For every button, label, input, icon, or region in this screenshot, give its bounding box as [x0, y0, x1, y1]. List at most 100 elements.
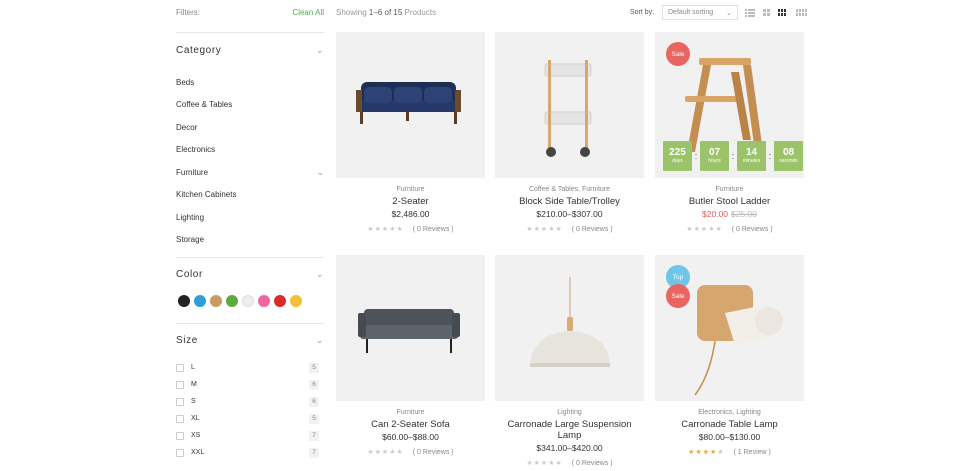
checkbox[interactable]: [176, 363, 184, 372]
product-category[interactable]: Lighting: [495, 408, 644, 417]
color-swatches: [178, 295, 302, 307]
checkbox[interactable]: [176, 380, 184, 389]
product-name[interactable]: Can 2-Seater Sofa: [336, 419, 485, 430]
checkbox[interactable]: [176, 414, 184, 423]
size-count: 7: [309, 430, 319, 441]
category-item[interactable]: Beds: [176, 71, 324, 94]
product-image-link[interactable]: [336, 32, 485, 178]
category-label: Beds: [176, 77, 195, 87]
size-count: 7: [309, 447, 319, 458]
review-count[interactable]: ( 0 Reviews ): [572, 460, 613, 467]
star-rating-icon: ★★★★★: [367, 226, 404, 233]
sale-countdown: 225 days : 07 hours : 14 minutes : 08 second…: [663, 141, 803, 171]
product-image-link[interactable]: [495, 255, 644, 401]
product-rating: ★★★★★ ( 0 Reviews ): [336, 225, 485, 234]
product-image-link[interactable]: Sale 225 days : 07 hours : 14 minutes : 08 s…: [655, 32, 804, 178]
chevron-down-icon: ⌄: [315, 335, 324, 345]
category-item[interactable]: Kitchen Cabinets: [176, 184, 324, 207]
product-image-link[interactable]: Top Sale: [655, 255, 804, 401]
clear-all-link[interactable]: Clean All: [292, 8, 324, 17]
product-category[interactable]: Electronics, Lighting: [655, 408, 804, 417]
color-swatch[interactable]: [226, 295, 238, 307]
size-section-header[interactable]: Size ⌄: [176, 335, 324, 346]
size-filter-item[interactable]: XL 5: [176, 410, 319, 427]
color-swatch[interactable]: [242, 295, 254, 307]
color-section-header[interactable]: Color ⌄: [176, 269, 324, 280]
category-item[interactable]: Decor: [176, 116, 324, 139]
chevron-down-icon: ⌄: [315, 269, 324, 279]
category-list: Beds Coffee & Tables Decor Electronics Furni…: [176, 71, 324, 251]
review-count[interactable]: ( 0 Reviews ): [413, 449, 454, 456]
category-item[interactable]: Lighting: [176, 206, 324, 229]
review-count[interactable]: ( 1 Review ): [734, 449, 771, 456]
checkbox[interactable]: [176, 431, 184, 440]
divider: [176, 257, 324, 258]
size-count: 6: [309, 379, 319, 390]
sale-price: $20.00: [702, 209, 728, 219]
size-count: 6: [309, 396, 319, 407]
review-count[interactable]: ( 0 Reviews ): [413, 226, 454, 233]
category-item[interactable]: Furniture ⌄: [176, 161, 324, 184]
color-swatch[interactable]: [194, 295, 206, 307]
star-rating-icon: ★★★★★: [686, 226, 723, 233]
review-count[interactable]: ( 0 Reviews ): [732, 226, 773, 233]
category-item[interactable]: Electronics: [176, 139, 324, 162]
size-count: 5: [309, 413, 319, 424]
chevron-down-icon[interactable]: ⌄: [316, 167, 324, 178]
product-category[interactable]: Furniture: [336, 185, 485, 194]
result-count-prefix: Showing: [336, 8, 367, 17]
size-label: S: [191, 398, 196, 405]
sort-select[interactable]: Default sorting ⌄: [662, 5, 738, 20]
product-image-link[interactable]: [495, 32, 644, 178]
review-count[interactable]: ( 0 Reviews ): [572, 226, 613, 233]
size-filter-item[interactable]: S6: [176, 393, 319, 410]
product-price: $60.00–$88.00: [382, 432, 439, 442]
product-name[interactable]: Butler Stool Ladder: [655, 196, 804, 207]
size-title: Size: [176, 335, 198, 346]
product-card: Furniture Can 2-Seater Sofa $60.00–$88.0…: [336, 255, 485, 456]
size-filter-item[interactable]: M6: [176, 376, 319, 393]
product-name[interactable]: Carronade Table Lamp: [655, 419, 804, 430]
product-name[interactable]: Carronade Large Suspension Lamp: [495, 419, 644, 441]
product-category[interactable]: Furniture: [336, 408, 485, 417]
chevron-down-icon: ⌄: [315, 45, 324, 55]
size-filter-item[interactable]: XXL 7: [176, 444, 319, 461]
grid-2-view-icon[interactable]: [763, 9, 770, 17]
size-label: M: [191, 381, 197, 388]
size-filter-item[interactable]: L5: [176, 359, 319, 376]
star-rating-icon: ★★★★★: [367, 449, 404, 456]
category-section-header[interactable]: Category ⌄: [176, 45, 324, 56]
category-label: Electronics: [176, 145, 216, 155]
divider: [176, 323, 324, 324]
view-switcher: [745, 9, 808, 17]
product-image-link[interactable]: [336, 255, 485, 401]
product-name[interactable]: 2-Seater: [336, 196, 485, 207]
filters-header: Filters: Clean All: [176, 8, 324, 17]
list-view-icon[interactable]: [745, 9, 755, 17]
color-swatch[interactable]: [210, 295, 222, 307]
category-item[interactable]: Storage: [176, 229, 324, 252]
size-count: 5: [309, 362, 319, 373]
color-swatch[interactable]: [178, 295, 190, 307]
color-swatch[interactable]: [258, 295, 270, 307]
product-price: $2,486.00: [391, 209, 430, 219]
category-item[interactable]: Coffee & Tables: [176, 94, 324, 117]
checkbox[interactable]: [176, 448, 184, 457]
product-name[interactable]: Block Side Table/Trolley: [495, 196, 644, 207]
color-swatch[interactable]: [290, 295, 302, 307]
checkbox[interactable]: [176, 397, 184, 406]
sort-select-value: Default sorting: [668, 9, 714, 16]
product-category[interactable]: Coffee & Tables, Furniture: [495, 185, 644, 194]
grid-3-view-icon[interactable]: [778, 9, 788, 17]
product-category[interactable]: Furniture: [655, 185, 804, 194]
countdown-hours: 07 hours: [700, 141, 729, 171]
countdown-minutes: 14 minutes: [737, 141, 766, 171]
filters-title: Filters:: [176, 8, 200, 17]
category-title: Category: [176, 45, 222, 56]
color-swatch[interactable]: [274, 295, 286, 307]
size-filter-item[interactable]: XS 7: [176, 427, 319, 444]
grey-sofa-image: [358, 309, 460, 353]
grid-4-view-icon[interactable]: [796, 9, 808, 17]
product-price: $80.00–$130.00: [698, 432, 761, 442]
size-label: L: [191, 364, 195, 371]
